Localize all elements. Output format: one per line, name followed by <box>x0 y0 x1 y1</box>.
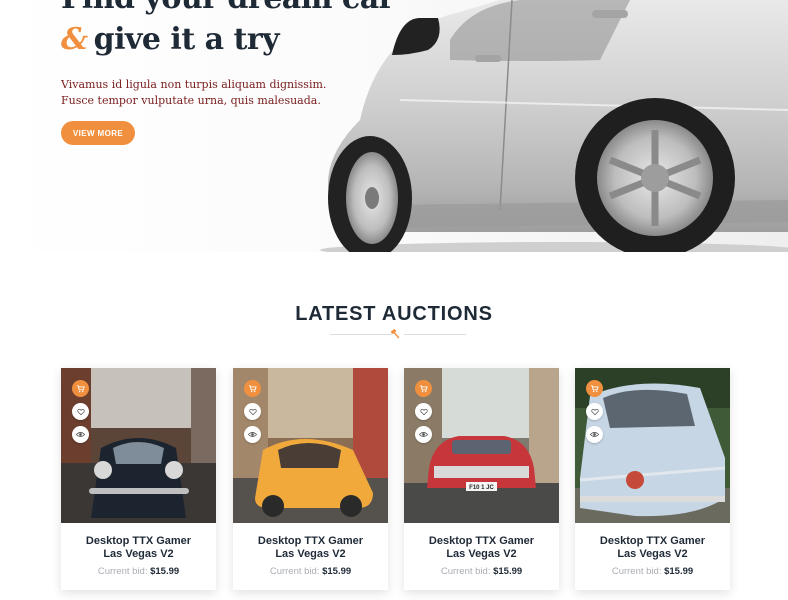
hero-description-line2: Fusce tempor vulputate urna, quis malesu… <box>61 94 321 107</box>
auction-title[interactable]: Desktop TTX Gamer Las Vegas V2 <box>404 535 559 561</box>
bid-price: $15.99 <box>322 566 352 577</box>
cart-icon[interactable] <box>415 380 432 397</box>
heart-icon[interactable] <box>244 403 261 420</box>
section-title: LATEST AUCTIONS <box>295 303 493 325</box>
bid-label: Current bid: <box>97 566 148 577</box>
hero-banner: Find your dream car &give it a try Vivam… <box>0 0 788 252</box>
eye-icon[interactable] <box>586 426 603 443</box>
hero-title-line2-text: give it a try <box>93 22 280 57</box>
auction-title-line2: Las Vegas V2 <box>275 548 346 560</box>
gavel-icon <box>390 329 400 339</box>
auction-title-line1: Desktop TTX Gamer <box>428 535 535 547</box>
auction-title-line1: Desktop TTX Gamer <box>599 535 706 547</box>
cart-icon[interactable] <box>72 380 89 397</box>
bid-label: Current bid: <box>611 566 662 577</box>
heart-icon[interactable] <box>72 403 89 420</box>
auction-card[interactable]: F10 1 JC Desktop TTX Gamer Las Vegas V2 … <box>404 368 559 590</box>
auction-card[interactable]: Desktop TTX Gamer Las Vegas V2 Current b… <box>575 368 730 590</box>
hero-description-line1: Vivamus id ligula non turpis aliquam dig… <box>61 78 327 91</box>
auction-title[interactable]: Desktop TTX Gamer Las Vegas V2 <box>61 535 216 561</box>
auction-image-classic-sedan[interactable] <box>575 368 730 523</box>
auction-card[interactable]: Desktop TTX Gamer Las Vegas V2 Current b… <box>61 368 216 590</box>
bid-label: Current bid: <box>269 566 320 577</box>
cart-icon[interactable] <box>586 380 603 397</box>
hero-description: Vivamus id ligula non turpis aliquam dig… <box>61 77 331 109</box>
auction-title[interactable]: Desktop TTX Gamer Las Vegas V2 <box>233 535 388 561</box>
hero-title-ampersand: & <box>61 22 88 57</box>
bid-price: $15.99 <box>150 566 180 577</box>
auction-title-line1: Desktop TTX Gamer <box>257 535 364 547</box>
auction-image-vw-beetle[interactable] <box>61 368 216 523</box>
auction-title-line2: Las Vegas V2 <box>103 548 174 560</box>
current-bid: Current bid: $15.99 <box>61 566 216 577</box>
eye-icon[interactable] <box>415 426 432 443</box>
current-bid: Current bid: $15.99 <box>404 566 559 577</box>
bid-price: $15.99 <box>493 566 523 577</box>
hero-car-image <box>320 0 788 252</box>
auction-card[interactable]: Desktop TTX Gamer Las Vegas V2 Current b… <box>233 368 388 590</box>
current-bid: Current bid: $15.99 <box>575 566 730 577</box>
heart-icon[interactable] <box>586 403 603 420</box>
view-more-button[interactable]: VIEW MORE <box>61 121 135 145</box>
title-divider-left <box>330 334 392 335</box>
auction-title[interactable]: Desktop TTX Gamer Las Vegas V2 <box>575 535 730 561</box>
auction-image-mercedes[interactable]: F10 1 JC <box>404 368 559 523</box>
current-bid: Current bid: $15.99 <box>233 566 388 577</box>
bid-price: $15.99 <box>664 566 694 577</box>
bid-label: Current bid: <box>440 566 491 577</box>
eye-icon[interactable] <box>72 426 89 443</box>
heart-icon[interactable] <box>415 403 432 420</box>
auction-title-line1: Desktop TTX Gamer <box>85 535 192 547</box>
license-plate-text: F10 1 JC <box>469 485 494 491</box>
eye-icon[interactable] <box>244 426 261 443</box>
title-divider-right <box>404 334 466 335</box>
auction-title-line2: Las Vegas V2 <box>446 548 517 560</box>
auction-title-line2: Las Vegas V2 <box>617 548 688 560</box>
cart-icon[interactable] <box>244 380 261 397</box>
auction-image-fiat[interactable] <box>233 368 388 523</box>
